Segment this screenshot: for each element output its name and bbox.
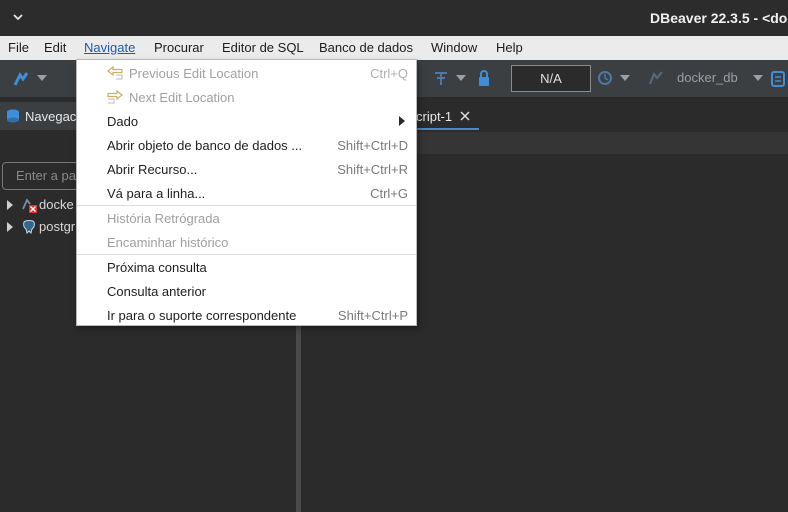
datasource-dropdown-icon[interactable] [752, 74, 764, 82]
menu-item-label: Abrir objeto de banco de dados ... [107, 138, 303, 153]
menu-editor-sql[interactable]: Editor de SQL [222, 40, 304, 55]
menu-item-label: Next Edit Location [129, 90, 235, 105]
datasource-icon [649, 71, 663, 85]
transaction-dropdown-icon[interactable] [455, 74, 467, 82]
menu-item-label: Ir para o suporte correspondente [107, 308, 297, 323]
menu-item-label: Próxima consulta [107, 260, 207, 275]
menu-item-label: Encaminhar histórico [107, 235, 229, 250]
expand-arrow-icon[interactable] [7, 200, 13, 210]
menu-item-label: Vá para a linha... [107, 186, 206, 201]
menu-help[interactable]: Help [496, 40, 523, 55]
menu-item-historia-retrograda[interactable]: História Retrógrada [77, 206, 416, 230]
menu-bar: File Edit Navigate Procurar Editor de SQ… [0, 36, 788, 60]
menu-item-va-para-linha[interactable]: Vá para a linha... Ctrl+G [77, 181, 416, 205]
menu-item-label: Consulta anterior [107, 284, 206, 299]
active-datasource-label[interactable]: docker_db [677, 70, 738, 85]
database-icon[interactable] [770, 70, 786, 88]
menu-item-label: Abrir Recurso... [107, 162, 198, 177]
menu-file[interactable]: File [8, 40, 29, 55]
menu-item-label: Dado [107, 114, 139, 129]
history-dropdown-icon[interactable] [619, 74, 631, 82]
menu-navigate[interactable]: Navigate [84, 40, 135, 55]
expand-arrow-icon[interactable] [7, 222, 13, 232]
lock-icon[interactable] [477, 69, 491, 87]
navigate-menu: Previous Edit Location Ctrl+Q Next Edit … [76, 59, 417, 326]
menu-item-abrir-objeto[interactable]: Abrir objeto de banco de dados ... Shift… [77, 133, 416, 157]
title-bar: DBeaver 22.3.5 - <doc [0, 0, 788, 36]
close-icon[interactable] [459, 110, 471, 122]
menu-item-next-edit-location[interactable]: Next Edit Location [77, 85, 416, 109]
menu-item-shortcut: Ctrl+G [370, 186, 408, 201]
previous-edit-icon [107, 66, 123, 80]
menu-item-label: História Retrógrada [107, 211, 220, 226]
menu-item-label: Previous Edit Location [129, 66, 259, 81]
tab-sql-script-label: cript-1 [416, 109, 453, 124]
menu-item-previous-edit-location[interactable]: Previous Edit Location Ctrl+Q [77, 61, 416, 85]
menu-window[interactable]: Window [431, 40, 477, 55]
window-title: DBeaver 22.3.5 - <doc [650, 10, 788, 26]
menu-item-encaminhar-historico[interactable]: Encaminhar histórico [77, 230, 416, 254]
db-connection-error-icon [22, 198, 37, 213]
menu-item-ir-para-suporte[interactable]: Ir para o suporte correspondente Shift+C… [77, 303, 416, 327]
new-connection-icon[interactable] [12, 70, 30, 88]
menu-edit[interactable]: Edit [44, 40, 66, 55]
submenu-arrow-icon [399, 116, 405, 126]
menu-item-shortcut: Ctrl+Q [370, 66, 408, 81]
next-edit-icon [107, 90, 123, 104]
tree-node-label: docke [39, 197, 74, 212]
menu-item-abrir-recurso[interactable]: Abrir Recurso... Shift+Ctrl+R [77, 157, 416, 181]
tab-database-navigator-label: Navegac [25, 109, 77, 124]
menu-item-shortcut: Shift+Ctrl+D [337, 138, 408, 153]
menu-procurar[interactable]: Procurar [154, 40, 204, 55]
tree-node-label: postgr [39, 219, 76, 234]
new-connection-dropdown-icon[interactable] [36, 74, 48, 82]
menu-item-proxima-consulta[interactable]: Próxima consulta [77, 255, 416, 279]
menu-item-dado[interactable]: Dado [77, 109, 416, 133]
menu-item-shortcut: Shift+Ctrl+R [337, 162, 408, 177]
menu-item-shortcut: Shift+Ctrl+P [337, 308, 408, 323]
history-icon[interactable] [597, 70, 613, 86]
menu-banco-de-dados[interactable]: Banco de dados [319, 40, 413, 55]
postgres-elephant-icon [23, 220, 35, 234]
window-menu-chevron-icon[interactable] [10, 9, 26, 25]
transaction-mode-icon[interactable] [433, 70, 449, 88]
database-navigator-icon [7, 109, 19, 123]
menu-item-consulta-anterior[interactable]: Consulta anterior [77, 279, 416, 303]
active-schema-selector[interactable]: N/A [511, 65, 591, 92]
